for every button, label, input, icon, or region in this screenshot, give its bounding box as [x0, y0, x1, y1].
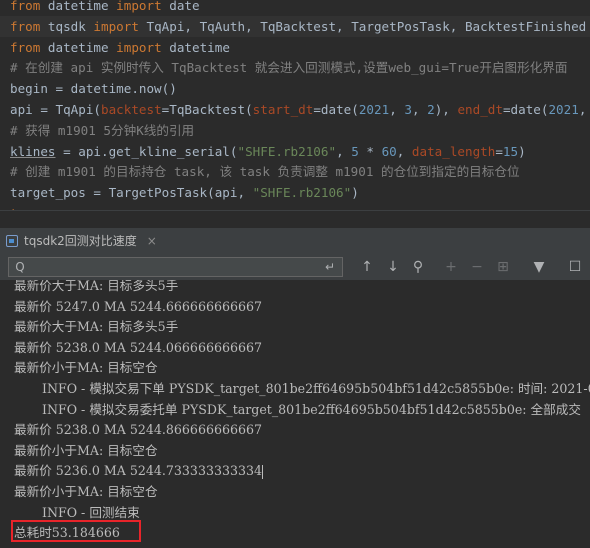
code-token: ) — [351, 185, 359, 201]
find-in-selection-icon[interactable]: ⚲ — [409, 257, 427, 277]
code-token: , — [411, 102, 428, 117]
code-line[interactable]: api = TqApi(backtest=TqBacktest(start_dt… — [0, 99, 590, 120]
filter-icon[interactable]: ▼ — [530, 257, 548, 277]
code-token: ), — [434, 102, 458, 117]
code-token: import — [116, 0, 170, 13]
match-case-checkbox[interactable]: ☐ — [566, 257, 584, 277]
code-token: api = TqApi( — [10, 102, 101, 117]
code-token: , — [396, 143, 412, 159]
console-line: INFO - 模拟交易下单 PYSDK_target_801be2ff64695… — [42, 381, 590, 396]
code-token: 5 — [351, 143, 359, 159]
code-token: 60 — [381, 143, 397, 159]
code-token: # 创建 m1901 的目标持仓 task, 该 task 负责调整 m1901… — [10, 164, 520, 180]
code-token: =TqBacktest( — [161, 102, 253, 117]
code-token: start_dt — [252, 102, 314, 117]
console-line: 最新价小于MA: 目标空仓 — [14, 360, 158, 376]
code-token: 2021 — [548, 102, 579, 117]
code-token: 2021 — [358, 102, 390, 117]
code-token: end_dt — [457, 102, 503, 117]
console-line: 最新价 5236.0 MA 5244.733333333334 — [14, 463, 264, 479]
code-token: from — [10, 0, 48, 13]
previous-occurrence-icon[interactable]: ↑ — [358, 257, 376, 277]
code-token: datetime — [169, 39, 230, 55]
console-search-toolbar: Q ↵ ↑ ↓ ⚲ + − ⊞ ▼ ☐ — [0, 254, 590, 280]
code-line[interactable]: from datetime import date — [0, 0, 200, 16]
code-editor[interactable]: from datetime import date from tqsdk impo… — [0, 0, 590, 210]
code-token: =date( — [502, 102, 549, 117]
code-line[interactable]: # 创建 m1901 的目标持仓 task, 该 task 负责调整 m1901… — [0, 161, 520, 182]
code-token: # 获得 m1901 5分钟K线的引用 — [10, 122, 195, 138]
code-line[interactable]: from datetime import datetime — [0, 37, 230, 58]
remove-occurrence-icon[interactable]: − — [468, 257, 486, 277]
code-token: , — [389, 102, 405, 117]
code-token: TqApi, TqAuth, TqBacktest, TargetPosTask… — [146, 18, 587, 34]
code-line[interactable]: from tqsdk import TqApi, TqAuth, TqBackt… — [0, 15, 590, 37]
console-line: 最新价大于MA: 目标多头5手 — [14, 280, 179, 293]
console-line: 最新价 5238.0 MA 5244.866666666667 — [14, 422, 263, 438]
enter-icon[interactable]: ↵ — [321, 257, 339, 277]
console-line: 最新价 5238.0 MA 5244.066666666667 — [14, 339, 263, 355]
code-token: = api.get_kline_serial( — [55, 143, 238, 159]
code-token: , — [336, 143, 352, 159]
code-token: 2 — [427, 102, 435, 117]
code-token: = — [495, 143, 503, 159]
code-token: target_pos = TargetPosTask(api, — [10, 185, 253, 201]
code-token: datetime — [47, 0, 117, 13]
code-line[interactable]: begin = datetime.now() — [0, 78, 177, 99]
console-line: 最新价小于MA: 目标空仓 — [14, 442, 158, 458]
search-input[interactable] — [31, 259, 325, 277]
code-token: , — [578, 102, 587, 117]
select-all-occurrences-icon[interactable]: ⊞ — [494, 257, 512, 277]
console-line: 最新价 5247.0 MA 5244.666666666667 — [14, 298, 263, 314]
code-token: from — [10, 18, 48, 34]
add-occurrence-icon[interactable]: + — [442, 257, 460, 277]
code-token: # 在创建 api 实例时传入 TqBacktest 就会进入回测模式,设置we… — [10, 60, 568, 76]
code-token: data_length — [411, 143, 496, 159]
editor-divider[interactable] — [0, 210, 590, 229]
code-token: "SHFE.rb2106" — [252, 185, 352, 201]
code-token: ) — [518, 143, 526, 159]
run-tool-window-header: tqsdk2回测对比速度 × — [0, 228, 590, 255]
search-field[interactable]: Q ↵ — [8, 257, 343, 277]
run-tab-label: tqsdk2回测对比速度 — [24, 234, 137, 248]
console-output[interactable]: 最新价大于MA: 目标多头5手最新价 5247.0 MA 5244.666666… — [0, 280, 590, 548]
run-tab[interactable]: tqsdk2回测对比速度 × — [0, 228, 165, 254]
close-icon[interactable]: × — [147, 228, 157, 254]
code-token: import — [116, 39, 170, 55]
code-token: * — [358, 143, 382, 159]
console-line: 最新价大于MA: 目标多头5手 — [14, 319, 179, 335]
console-line: 最新价小于MA: 目标空仓 — [14, 484, 158, 499]
console-line: INFO - 模拟交易委托单 PYSDK_target_801be2ff6469… — [42, 401, 581, 417]
code-line[interactable]: # 在创建 api 实例时传入 TqBacktest 就会进入回测模式,设置we… — [0, 57, 567, 78]
text-caret — [262, 464, 264, 479]
code-line[interactable]: # 获得 m1901 5分钟K线的引用 — [0, 120, 194, 141]
code-token: import — [93, 18, 147, 34]
search-icon[interactable]: Q — [11, 257, 29, 277]
code-token: klines — [10, 143, 56, 159]
code-line[interactable]: try: — [0, 203, 40, 210]
code-line[interactable]: klines = api.get_kline_serial("SHFE.rb21… — [0, 141, 526, 162]
code-token: tqsdk — [47, 18, 94, 34]
python-run-icon — [6, 235, 18, 247]
code-token: date — [169, 0, 200, 13]
code-token: from — [10, 39, 48, 55]
code-line[interactable]: target_pos = TargetPosTask(api, "SHFE.rb… — [0, 182, 359, 203]
next-occurrence-icon[interactable]: ↓ — [384, 257, 402, 277]
code-token: begin = datetime.now() — [10, 81, 177, 97]
highlight-box — [11, 520, 141, 542]
code-token: 3 — [404, 102, 412, 117]
code-token: datetime — [47, 39, 117, 55]
code-token: 15 — [502, 143, 519, 159]
code-token: =date( — [313, 102, 359, 117]
code-token: "SHFE.rb2106" — [237, 143, 337, 159]
code-token: backtest — [101, 102, 162, 117]
